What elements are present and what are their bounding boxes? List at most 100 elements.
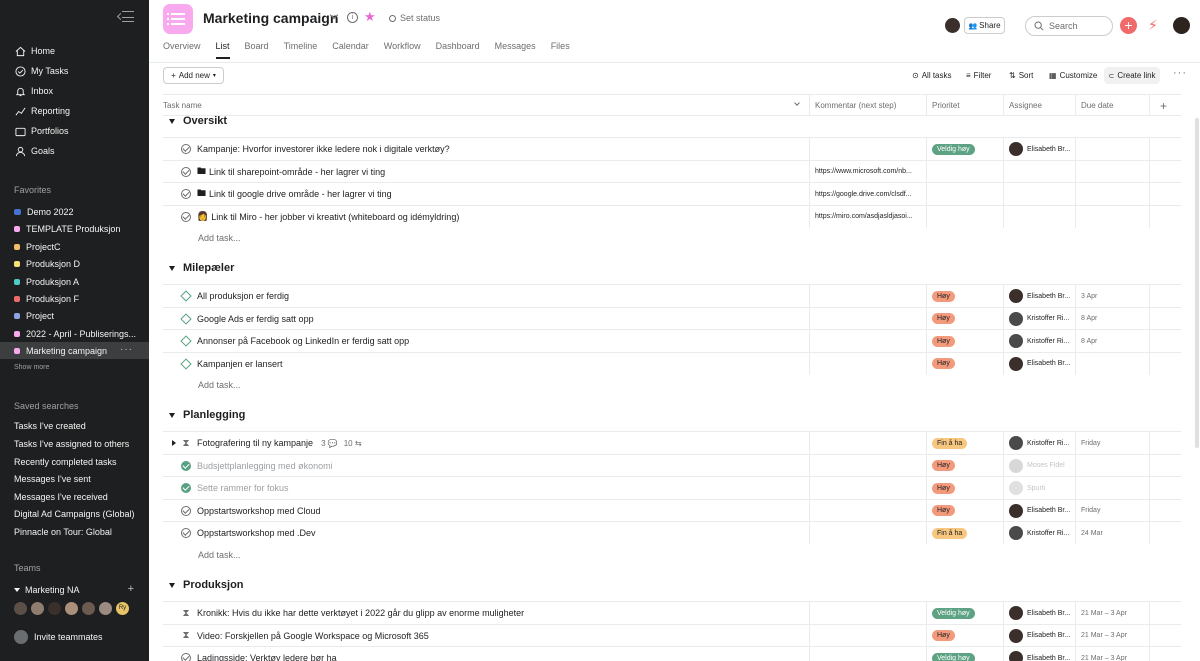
member-avatar[interactable] bbox=[945, 18, 960, 33]
avatar[interactable] bbox=[81, 601, 96, 616]
sidebar-item-home[interactable]: Home bbox=[0, 41, 149, 61]
cell-comment[interactable]: https://miro.com/asdjasldjasoi... bbox=[809, 205, 926, 228]
priority-badge[interactable]: Høy bbox=[932, 505, 955, 516]
due-date[interactable]: 24 Mar bbox=[1081, 530, 1103, 537]
cell-due[interactable]: 8 Apr bbox=[1075, 307, 1149, 330]
set-status-button[interactable]: Set status bbox=[389, 13, 440, 23]
cell-blank[interactable] bbox=[1149, 160, 1181, 183]
due-date[interactable]: Friday bbox=[1081, 440, 1100, 447]
task-name[interactable]: Kampanje: Hvorfor investorer ikke ledere… bbox=[197, 144, 450, 154]
cell-due[interactable] bbox=[1075, 205, 1149, 228]
tab-board[interactable]: Board bbox=[245, 41, 269, 59]
saved-search-item[interactable]: Tasks I've assigned to others bbox=[14, 439, 129, 449]
task-name[interactable]: Budsjettplanlegging med økonomi bbox=[197, 461, 333, 471]
milestone-icon[interactable] bbox=[180, 312, 192, 325]
share-button[interactable]: 👥 Share bbox=[964, 17, 1005, 34]
column-priority[interactable]: Prioritet bbox=[926, 95, 1003, 116]
sidebar-item-goals[interactable]: Goals bbox=[0, 141, 149, 161]
collapse-section-icon[interactable] bbox=[169, 265, 175, 271]
completed-check-icon[interactable] bbox=[181, 460, 191, 471]
asana-logo-icon[interactable]: ⚡ bbox=[1148, 17, 1158, 34]
table-row[interactable]: ⧗ Fotografering til ny kampanje 3 💬 10 ⇆ Fin… bbox=[163, 431, 1181, 454]
table-row[interactable]: Annonser på Facebook og LinkedIn er ferd… bbox=[163, 329, 1181, 352]
avatar[interactable] bbox=[98, 601, 113, 616]
cell-blank[interactable] bbox=[1149, 352, 1181, 375]
quick-add-button[interactable]: + bbox=[1120, 17, 1137, 34]
check-circle-icon[interactable] bbox=[181, 528, 191, 538]
cell-due[interactable] bbox=[1075, 352, 1149, 375]
assignee[interactable]: Elisabeth Br... bbox=[1009, 503, 1070, 518]
cell-comment[interactable]: https://google.drive.com/clsdf... bbox=[809, 183, 926, 205]
add-new-button[interactable]: + Add new ▾ bbox=[163, 67, 224, 84]
cell-priority[interactable]: Veldig høy bbox=[926, 602, 1003, 624]
cell-blank[interactable] bbox=[1149, 285, 1181, 307]
invite-teammates-button[interactable]: Invite teammates bbox=[14, 630, 103, 644]
tab-workflow[interactable]: Workflow bbox=[384, 41, 421, 59]
table-row[interactable]: Oppstartsworkshop med .Dev Fin å ha Kristo… bbox=[163, 521, 1181, 544]
hourglass-icon[interactable]: ⧗ bbox=[181, 608, 191, 619]
comment-count[interactable]: 3 💬 bbox=[321, 439, 338, 448]
milestone-icon[interactable] bbox=[180, 290, 192, 302]
cell-assignee[interactable]: Kristoffer Ri... bbox=[1003, 330, 1075, 352]
cell-comment[interactable] bbox=[809, 499, 926, 522]
cell-priority[interactable]: Høy bbox=[926, 352, 1003, 375]
assignee[interactable]: Kristoffer Ri... bbox=[1009, 436, 1069, 450]
cell-assignee[interactable]: Elisabeth Br... bbox=[1003, 647, 1075, 661]
sidebar-item-reporting[interactable]: Reporting bbox=[0, 101, 149, 121]
column-assignee[interactable]: Assignee bbox=[1003, 95, 1075, 116]
avatar[interactable] bbox=[64, 601, 79, 616]
task-name-cell[interactable]: ⧗ Kronikk: Hvis du ikke har dette verktøy… bbox=[181, 602, 524, 624]
tab-list[interactable]: List bbox=[215, 41, 230, 59]
tab-dashboard[interactable]: Dashboard bbox=[436, 41, 480, 59]
priority-badge[interactable]: Høy bbox=[932, 630, 955, 641]
cell-blank[interactable] bbox=[1149, 499, 1181, 522]
cell-assignee[interactable]: Kristoffer Ri... bbox=[1003, 307, 1075, 330]
task-name-cell[interactable]: All produksjon er ferdig bbox=[180, 285, 289, 307]
task-name[interactable]: Oppstartsworkshop med Cloud bbox=[197, 506, 321, 516]
assignee[interactable]: Elisabeth Br... bbox=[1009, 356, 1070, 371]
cell-due[interactable] bbox=[1075, 454, 1149, 477]
task-name-cell[interactable]: Annonser på Facebook og LinkedIn er ferd… bbox=[180, 330, 409, 352]
cell-assignee[interactable] bbox=[1003, 160, 1075, 183]
task-name[interactable]: Link til Miro - her jobber vi kreativt (… bbox=[211, 212, 459, 222]
tab-files[interactable]: Files bbox=[551, 41, 570, 59]
cell-due[interactable]: Friday bbox=[1075, 499, 1149, 522]
assignee[interactable]: Moses Fidel bbox=[1009, 458, 1065, 473]
cell-priority[interactable]: Høy bbox=[926, 330, 1003, 352]
cell-priority[interactable] bbox=[926, 205, 1003, 228]
task-name-cell[interactable]: Kampanjen er lansert bbox=[180, 353, 283, 375]
check-circle-icon[interactable] bbox=[181, 505, 191, 516]
priority-badge[interactable]: Høy bbox=[932, 313, 955, 324]
more-options-icon[interactable]: ··· bbox=[120, 344, 133, 355]
priority-badge[interactable]: Høy bbox=[932, 335, 955, 347]
star-icon[interactable]: ★ bbox=[364, 9, 376, 25]
table-row[interactable]: Kampanjen er lansert Høy Elisabeth Br... bbox=[163, 351, 1181, 375]
favorite-item[interactable]: TEMPLATE Produksjon bbox=[0, 220, 149, 237]
check-circle-icon[interactable] bbox=[181, 166, 191, 177]
priority-badge[interactable]: Høy bbox=[932, 482, 955, 494]
show-more-link[interactable]: Show more bbox=[14, 364, 49, 371]
sidebar-item-portfolios[interactable]: Portfolios bbox=[0, 121, 149, 141]
task-name-cell[interactable]: ⧗ Fotografering til ny kampanje 3 💬 10 ⇆ bbox=[181, 432, 362, 454]
cell-blank[interactable] bbox=[1149, 602, 1181, 624]
cell-due[interactable]: 21 Mar – 3 Apr bbox=[1075, 602, 1149, 624]
saved-search-item[interactable]: Pinnacle on Tour: Global bbox=[14, 527, 112, 537]
cell-assignee[interactable]: Elisabeth Br... bbox=[1003, 138, 1075, 160]
cell-priority[interactable]: Høy bbox=[926, 285, 1003, 307]
task-name[interactable]: Google Ads er ferdig satt opp bbox=[197, 314, 314, 324]
cell-blank[interactable] bbox=[1149, 477, 1181, 499]
cell-blank[interactable] bbox=[1149, 138, 1181, 160]
saved-search-item[interactable]: Recently completed tasks bbox=[14, 457, 117, 467]
cell-assignee[interactable]: Elisabeth Br... bbox=[1003, 624, 1075, 647]
project-list-icon[interactable] bbox=[163, 4, 193, 34]
cell-due[interactable]: 21 Mar – 3 Apr bbox=[1075, 624, 1149, 647]
collapse-team-icon[interactable] bbox=[14, 588, 20, 592]
task-name[interactable]: Fotografering til ny kampanje bbox=[197, 438, 313, 448]
filter-button[interactable]: ≡ Filter bbox=[966, 71, 991, 80]
favorite-item-active[interactable]: Marketing campaign ··· bbox=[0, 342, 149, 359]
avatar[interactable] bbox=[47, 601, 62, 616]
priority-badge[interactable]: Veldig høy bbox=[932, 607, 975, 619]
task-name[interactable]: Annonser på Facebook og LinkedIn er ferd… bbox=[197, 336, 409, 346]
subtask-count[interactable]: 10 ⇆ bbox=[344, 439, 362, 448]
task-name-cell[interactable]: Oppstartsworkshop med .Dev bbox=[181, 522, 316, 544]
